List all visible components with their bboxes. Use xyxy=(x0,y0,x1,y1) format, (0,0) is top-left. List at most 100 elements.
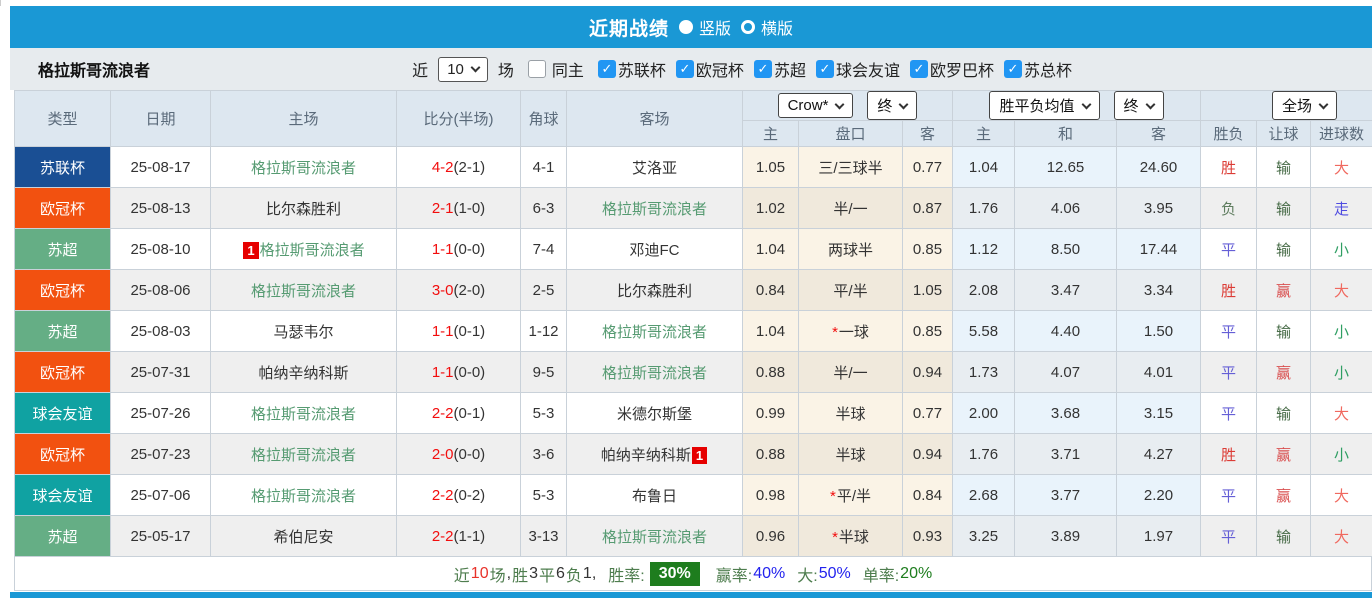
goals-cell: 大 xyxy=(1309,146,1372,188)
halftime-score: (0-1) xyxy=(453,404,486,422)
home-team-cell: 帕纳辛纳科斯 xyxy=(210,351,397,393)
away-team-name: 格拉斯哥流浪者 xyxy=(601,364,707,382)
avg-away-cell: 17.44 xyxy=(1116,228,1201,270)
goals-cell: 大 xyxy=(1309,474,1372,516)
layout-radio-vertical[interactable]: 竖版 xyxy=(678,15,731,39)
home-team-cell: 比尔森胜利 xyxy=(210,187,397,229)
odds-home-cell: 0.84 xyxy=(742,269,799,311)
avg-away-cell: 4.01 xyxy=(1116,351,1201,393)
score-cell: 4-2(2-1) xyxy=(396,146,521,188)
odds-away-cell: 0.87 xyxy=(902,187,953,229)
handicap-text: 半球 xyxy=(835,405,866,423)
league-type-cell: 苏超 xyxy=(14,515,111,557)
halftime-score: (0-2) xyxy=(453,486,486,504)
away-team-name: 布鲁日 xyxy=(631,487,677,505)
home-team-name: 格拉斯哥流浪者 xyxy=(250,446,356,464)
fulltime-score: 3-0 xyxy=(431,281,454,299)
col-header-avg-home: 主 xyxy=(952,120,1015,147)
league-type-cell: 苏超 xyxy=(14,228,111,270)
match-count-select[interactable]: 10 xyxy=(438,56,488,82)
avg-draw-cell: 3.68 xyxy=(1014,392,1117,434)
bottom-strip xyxy=(10,592,1372,598)
league-checkbox-球会友谊[interactable]: ✓ xyxy=(815,60,834,78)
halftime-score: (1-1) xyxy=(453,527,486,545)
handicap-result-cell: 输 xyxy=(1256,228,1311,270)
filter-controls: 近 10 场 同主 ✓ 苏联杯 ✓ 欧冠杯 ✓ 苏超 ✓ 球会友谊 ✓ 欧罗巴杯 ✓ 苏总杯 xyxy=(412,56,1072,82)
avg-away-cell: 3.34 xyxy=(1116,269,1201,311)
summary-single-label: 单率: xyxy=(862,567,900,585)
score-cell: 3-0(2-0) xyxy=(396,269,521,311)
summary-win-rate-label: 胜率: xyxy=(608,567,645,585)
filter-bar: 格拉斯哥流浪者 近 10 场 同主 ✓ 苏联杯 ✓ 欧冠杯 ✓ 苏超 ✓ 球会友谊 ✓ 欧罗巴杯 ✓… xyxy=(10,48,1372,90)
avg-home-cell: 1.76 xyxy=(952,433,1015,475)
handicap-result-cell: 输 xyxy=(1256,310,1311,352)
avg-draw-cell: 3.71 xyxy=(1014,433,1117,475)
col-header-avg-draw: 和 xyxy=(1014,120,1117,147)
col-header-odds-home: 主 xyxy=(742,120,799,147)
corner-cell: 3-6 xyxy=(520,433,567,475)
home-team-name: 比尔森胜利 xyxy=(265,200,341,218)
score-cell: 1-1(0-0) xyxy=(396,228,521,270)
odds-handicap-cell: 半球 xyxy=(798,392,903,434)
layout-radio-horizontal[interactable]: 横版 xyxy=(741,15,793,39)
col-header-avg-away: 客 xyxy=(1116,120,1201,147)
result-cell: 平 xyxy=(1200,515,1257,557)
avg-draw-cell: 3.89 xyxy=(1014,515,1117,557)
handicap-star: * xyxy=(832,323,838,341)
corner-cell: 1-12 xyxy=(520,310,567,352)
avg-stage-select[interactable]: 终 xyxy=(1113,91,1164,120)
odds-home-cell: 0.96 xyxy=(742,515,799,557)
handicap-result-cell: 赢 xyxy=(1256,351,1311,393)
goals-cell: 小 xyxy=(1309,433,1372,475)
odds-handicap-cell: 平/半 xyxy=(798,269,903,311)
odds-stage-select[interactable]: 终 xyxy=(867,91,918,120)
radio-selected-icon[interactable] xyxy=(678,20,693,34)
odds-handicap-cell: *半球 xyxy=(798,515,903,557)
league-checkbox-苏超[interactable]: ✓ xyxy=(753,60,772,78)
fulltime-score: 2-2 xyxy=(431,486,454,504)
col-header-type: 类型 xyxy=(14,90,111,147)
col-header-score: 比分(半场) xyxy=(396,90,521,147)
score-cell: 1-1(0-1) xyxy=(396,310,521,352)
bookmaker-select[interactable]: Crow* xyxy=(777,93,854,118)
scope-select-value: 全场 xyxy=(1282,98,1313,115)
league-checkbox-label: 欧罗巴杯 xyxy=(929,63,994,80)
scope-select[interactable]: 全场 xyxy=(1272,91,1338,120)
chevron-down-icon xyxy=(834,99,845,109)
avg-home-cell: 1.12 xyxy=(952,228,1015,270)
league-checkbox-苏总杯[interactable]: ✓ xyxy=(1003,60,1022,78)
home-team-name: 格拉斯哥流浪者 xyxy=(259,241,365,259)
summary-big-label: 大: xyxy=(797,567,818,585)
summary-matches-label: 场 xyxy=(489,567,506,585)
odds-home-cell: 0.88 xyxy=(742,433,799,475)
date-cell: 25-07-06 xyxy=(110,474,211,516)
summary-win-odds-label: 赢率: xyxy=(715,567,753,585)
league-checkbox-苏联杯[interactable]: ✓ xyxy=(597,60,616,78)
avg-home-cell: 2.08 xyxy=(952,269,1015,311)
league-checkbox-欧罗巴杯[interactable]: ✓ xyxy=(909,60,928,78)
home-team-name: 希伯尼安 xyxy=(273,528,334,546)
result-cell: 平 xyxy=(1200,392,1257,434)
date-cell: 25-08-10 xyxy=(110,228,211,270)
avg-home-cell: 2.00 xyxy=(952,392,1015,434)
same-home-checkbox[interactable] xyxy=(527,60,546,78)
table-row: 球会友谊 25-07-06 格拉斯哥流浪者 2-2(0-2) 5-3 布鲁日 0.98 *平/… xyxy=(14,474,1372,516)
avg-type-select[interactable]: 胜平负均值 xyxy=(989,91,1100,120)
odds-handicap-cell: 三/三球半 xyxy=(798,146,903,188)
col-header-home: 主场 xyxy=(210,90,397,147)
odds-home-cell: 1.04 xyxy=(742,310,799,352)
away-team-cell: 格拉斯哥流浪者 xyxy=(566,310,743,352)
summary-near-label: 近 xyxy=(453,567,470,585)
table-row: 苏联杯 25-08-17 格拉斯哥流浪者 4-2(2-1) 4-1 艾洛亚 1.05 三/三球… xyxy=(14,146,1372,188)
league-type-cell: 欧冠杯 xyxy=(14,187,111,229)
radio-unselected-icon[interactable] xyxy=(741,20,755,34)
away-team-name: 帕纳辛纳科斯 xyxy=(600,446,691,464)
league-filters: ✓ 苏联杯 ✓ 欧冠杯 ✓ 苏超 ✓ 球会友谊 ✓ 欧罗巴杯 ✓ 苏总杯 xyxy=(588,57,1072,81)
chevron-down-icon xyxy=(1318,99,1329,109)
league-checkbox-欧冠杯[interactable]: ✓ xyxy=(675,60,694,78)
odds-home-cell: 0.99 xyxy=(742,392,799,434)
odds-away-cell: 0.94 xyxy=(902,351,953,393)
avg-home-cell: 1.76 xyxy=(952,187,1015,229)
handicap-star: * xyxy=(829,487,836,505)
result-cell: 胜 xyxy=(1200,146,1257,188)
